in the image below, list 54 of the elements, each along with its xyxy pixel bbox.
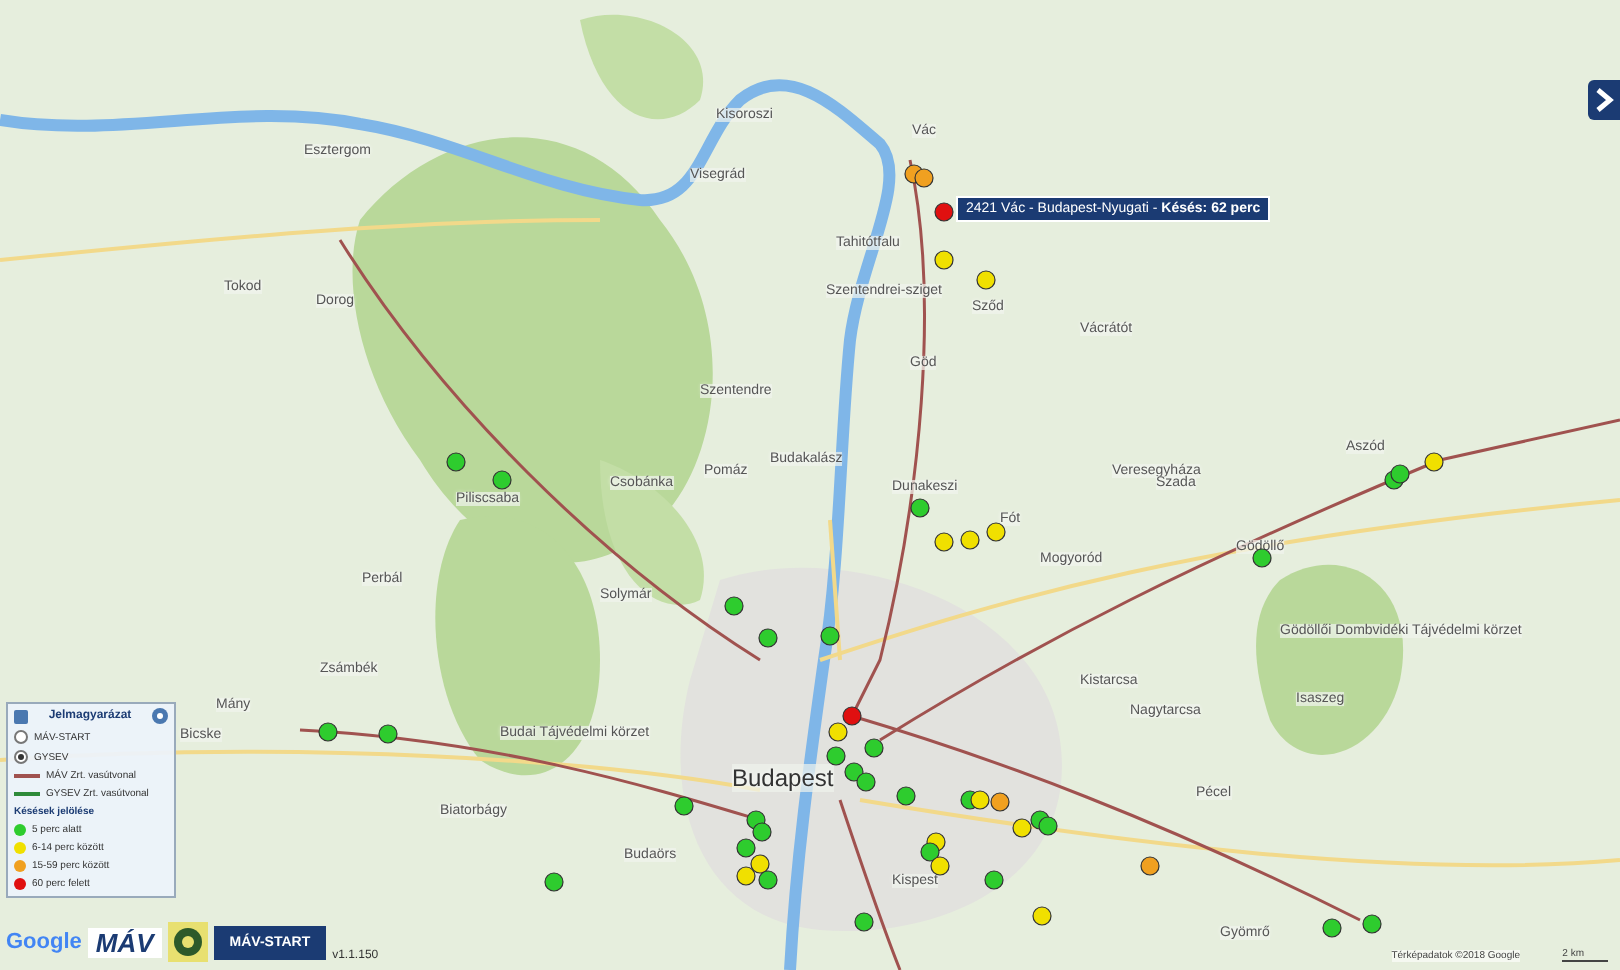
train-marker[interactable] — [820, 626, 840, 646]
train-marker[interactable] — [318, 722, 338, 742]
train-marker[interactable] — [752, 822, 772, 842]
train-marker[interactable] — [930, 856, 950, 876]
train-marker[interactable] — [934, 532, 954, 552]
train-marker[interactable] — [1322, 918, 1342, 938]
place-label: Budapest — [732, 764, 834, 792]
train-marker[interactable] — [1032, 906, 1052, 926]
train-marker[interactable] — [1140, 856, 1160, 876]
radio-button[interactable] — [14, 730, 28, 744]
train-marker[interactable] — [976, 270, 996, 290]
train-marker[interactable] — [736, 866, 756, 886]
train-marker[interactable] — [544, 872, 564, 892]
train-marker[interactable] — [934, 250, 954, 270]
train-marker[interactable] — [970, 790, 990, 810]
train-marker[interactable] — [856, 772, 876, 792]
train-marker[interactable] — [914, 168, 934, 188]
emblem-icon — [167, 922, 208, 962]
train-marker[interactable] — [842, 706, 862, 726]
train-marker[interactable] — [446, 452, 466, 472]
train-marker[interactable] — [984, 870, 1004, 890]
train-marker[interactable] — [736, 838, 756, 858]
train-marker[interactable] — [986, 522, 1006, 542]
train-marker[interactable] — [378, 724, 398, 744]
chevron-right-icon[interactable] — [1588, 80, 1620, 120]
train-marker[interactable] — [960, 530, 980, 550]
train-marker[interactable] — [826, 746, 846, 766]
forest-area — [580, 14, 703, 120]
train-marker[interactable] — [828, 722, 848, 742]
train-marker[interactable] — [920, 842, 940, 862]
train-marker[interactable] — [934, 202, 954, 222]
train-marker[interactable] — [750, 854, 770, 874]
settings-icon[interactable] — [151, 708, 168, 724]
train-marker[interactable] — [910, 498, 930, 518]
train-marker[interactable] — [864, 738, 884, 758]
train-marker[interactable] — [990, 792, 1010, 812]
train-marker[interactable] — [674, 796, 694, 816]
train-marker[interactable] — [1362, 914, 1382, 934]
train-marker[interactable] — [844, 762, 864, 782]
mav-logo: MÁV — [87, 927, 162, 957]
train-marker[interactable] — [492, 470, 512, 490]
train-marker[interactable] — [896, 786, 916, 806]
train-marker[interactable] — [758, 870, 778, 890]
train-marker[interactable] — [1038, 816, 1058, 836]
train-marker[interactable] — [724, 596, 744, 616]
train-marker[interactable] — [1252, 548, 1272, 568]
radio-button[interactable] — [14, 750, 28, 764]
train-marker[interactable] — [854, 912, 874, 932]
train-marker[interactable] — [1424, 452, 1444, 472]
google-logo: Google — [6, 930, 82, 954]
train-marker[interactable] — [1012, 818, 1032, 838]
train-marker[interactable] — [758, 628, 778, 648]
layers-icon[interactable] — [14, 709, 28, 723]
train-marker[interactable] — [1390, 464, 1410, 484]
